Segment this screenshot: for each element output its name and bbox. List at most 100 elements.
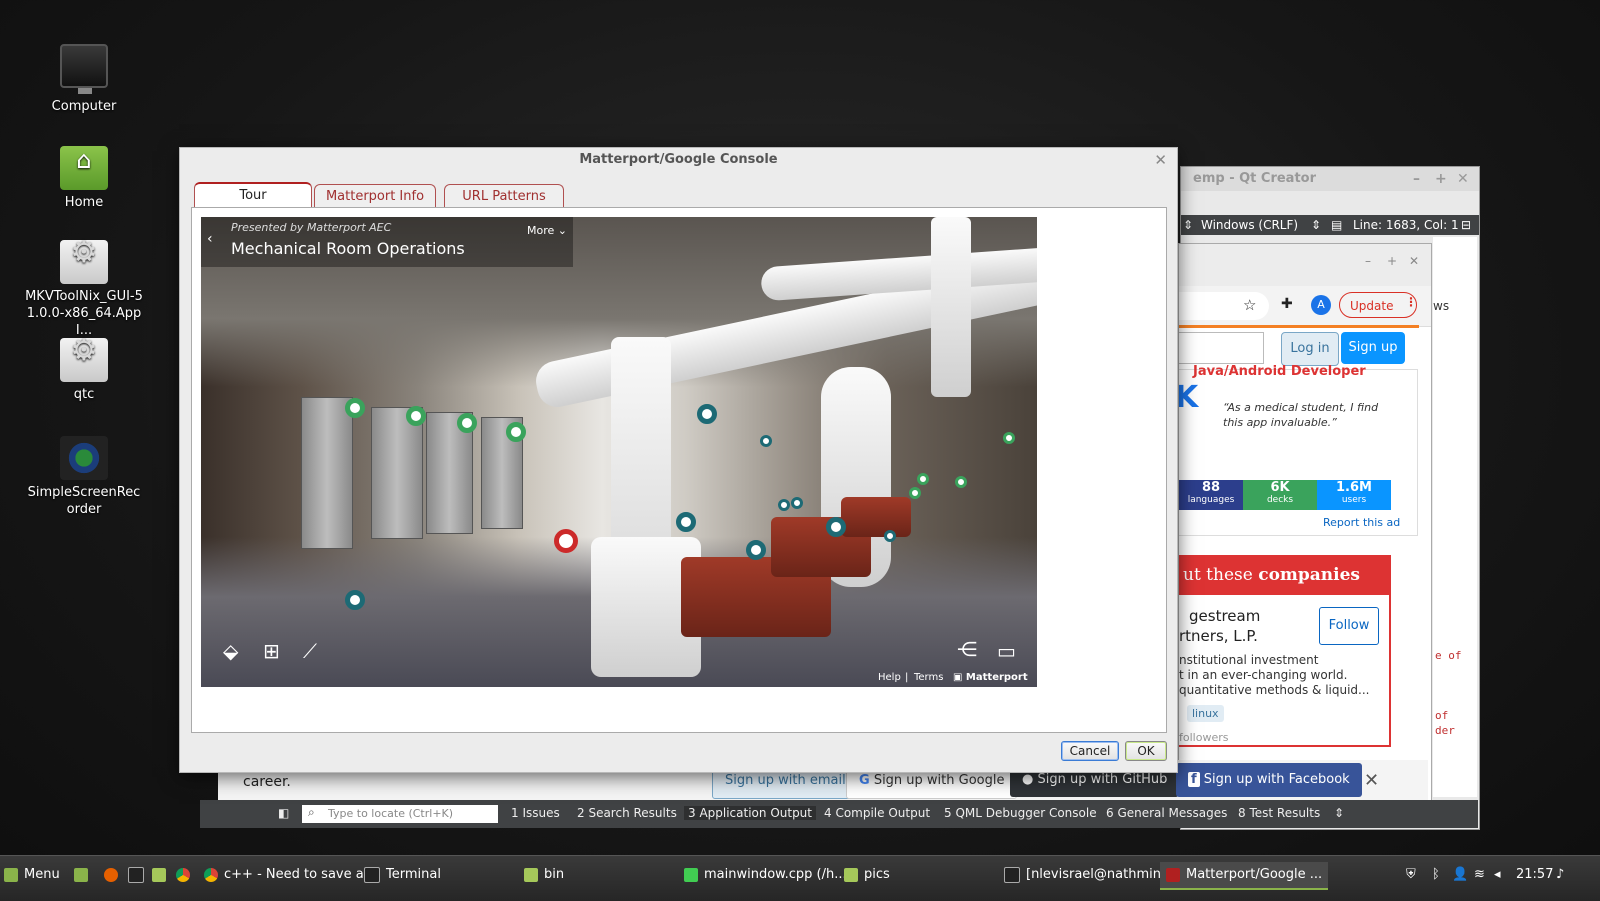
mattertag-marker[interactable] (884, 530, 896, 542)
signup-close-button[interactable]: ✕ (1364, 770, 1379, 791)
floorplan-icon[interactable]: ⊞ (263, 639, 280, 663)
desktop-icon-qtc[interactable]: qtc (24, 338, 144, 403)
taskbar-window-qtcreator[interactable]: mainwindow.cpp (/h... (684, 862, 847, 888)
close-icon[interactable]: ✕ (1457, 167, 1469, 191)
follow-button[interactable]: Follow (1319, 607, 1379, 645)
matterport-dialog[interactable]: Matterport/Google Console ✕ Tour Matterp… (179, 147, 1178, 773)
encoding-selector[interactable]: Windows (CRLF) (1201, 215, 1298, 235)
qt-output-tab-tests[interactable]: 8 Test Results (1238, 806, 1320, 820)
mattertag-marker[interactable] (826, 517, 846, 537)
taskbar-window-terminal-ssh[interactable]: [nlevisrael@nathmin... (1004, 862, 1173, 888)
tour-terms-link[interactable]: Terms (914, 672, 943, 683)
cursor-position[interactable]: Line: 1683, Col: 1 (1353, 215, 1459, 235)
volume-icon[interactable]: ◂ (1494, 862, 1501, 888)
chevron-updown-icon[interactable]: ⇕ (1311, 215, 1321, 235)
mattertag-marker[interactable] (506, 422, 526, 442)
split-icon[interactable]: ⊟ (1461, 215, 1471, 235)
close-icon[interactable]: ✕ (1409, 254, 1419, 268)
taskbar-window-chrome[interactable]: c++ - Need to save a... (204, 862, 376, 888)
mattertag-marker[interactable] (697, 404, 717, 424)
maximize-icon[interactable]: + (1387, 254, 1397, 268)
share-icon[interactable]: ⋲ (957, 637, 977, 661)
desktop-icon-home[interactable]: Home (24, 146, 144, 211)
firefox-launcher-icon[interactable] (104, 862, 124, 888)
show-desktop-icon[interactable] (74, 862, 94, 888)
measure-icon[interactable]: ⟋ (303, 639, 317, 663)
mattertag-marker[interactable] (955, 476, 967, 488)
mattertag-marker[interactable] (345, 398, 365, 418)
tab-matterport-info[interactable]: Matterport Info (314, 184, 436, 208)
files-launcher-icon[interactable] (152, 862, 172, 888)
close-icon[interactable]: ✕ (1154, 148, 1167, 172)
locator-input[interactable]: Type to locate (Ctrl+K) (302, 805, 498, 823)
minimize-icon[interactable]: – (1365, 254, 1371, 268)
signup-button[interactable]: Sign up (1341, 332, 1405, 364)
network-icon[interactable]: ≋ (1474, 862, 1485, 888)
user-icon[interactable]: 👤 (1452, 862, 1468, 888)
mattertag-marker[interactable] (791, 497, 803, 509)
tour-help-link[interactable]: Help (878, 672, 901, 683)
music-icon[interactable]: ♪ (1556, 862, 1564, 888)
mattertag-marker[interactable] (1003, 432, 1015, 444)
mattertag-marker[interactable] (406, 406, 426, 426)
browser-window[interactable]: – + ✕ ☆ ✚ A Update ⋮ Log in Sign up Java… (1178, 243, 1432, 805)
qt-creator-titlebar[interactable]: emp - Qt Creator – + ✕ (1181, 167, 1479, 191)
qt-output-tab-search[interactable]: 2 Search Results (577, 806, 677, 820)
desktop-icon-computer[interactable]: Computer (24, 44, 144, 115)
shield-icon[interactable]: ⛨ (1406, 862, 1416, 888)
search-field[interactable] (1179, 332, 1264, 364)
clock[interactable]: 21:57 (1516, 862, 1553, 888)
qt-output-tab-compile[interactable]: 4 Compile Output (824, 806, 930, 820)
chevron-updown-icon[interactable]: ⇕ (1334, 806, 1344, 820)
extensions-icon[interactable]: ✚ (1281, 296, 1293, 312)
report-ad-link[interactable]: Report this ad (1323, 516, 1400, 529)
company-name-line1[interactable]: gestream (1189, 607, 1260, 625)
cancel-button[interactable]: Cancel (1061, 741, 1119, 761)
mattertag-marker[interactable] (760, 435, 772, 447)
qt-output-tab-issues[interactable]: 1 Issues (511, 806, 560, 820)
qt-output-tab-general[interactable]: 6 General Messages (1106, 806, 1227, 820)
dollhouse-icon[interactable]: ⬙ (223, 639, 238, 663)
tab-url-patterns[interactable]: URL Patterns (444, 184, 564, 208)
kebab-menu-icon[interactable]: ⋮ (1405, 295, 1417, 309)
company-tag[interactable]: linux (1187, 705, 1224, 722)
qt-output-tab-qml[interactable]: 5 QML Debugger Console (944, 806, 1097, 820)
mattertag-marker[interactable] (676, 512, 696, 532)
back-chevron-icon[interactable]: ‹ (207, 231, 213, 247)
taskbar-window-matterport[interactable]: Matterport/Google ... (1160, 862, 1329, 890)
minimize-icon[interactable]: – (1413, 167, 1420, 191)
tab-tour[interactable]: Tour (194, 182, 312, 208)
taskbar-window-bin[interactable]: bin (524, 862, 564, 888)
bluetooth-icon[interactable]: ᛒ (1432, 862, 1440, 888)
mattertag-marker[interactable] (917, 473, 929, 485)
chevron-updown-icon[interactable]: ⇕ (1183, 215, 1193, 235)
toggle-sidebar-icon[interactable]: ◧ (278, 806, 289, 820)
mattertag-marker[interactable] (909, 487, 921, 499)
mattertag-marker[interactable] (778, 499, 790, 511)
mattertag-marker[interactable] (457, 413, 477, 433)
taskbar-window-pics[interactable]: pics (844, 862, 890, 888)
chrome-launcher-icon[interactable] (176, 862, 196, 888)
login-button[interactable]: Log in (1281, 332, 1339, 366)
mattertag-marker[interactable] (554, 529, 578, 553)
vr-icon[interactable]: ▭ (997, 639, 1016, 663)
signup-facebook-button[interactable]: f Sign up with Facebook (1176, 763, 1362, 797)
taskbar-window-terminal[interactable]: Terminal (364, 862, 441, 888)
ad-panel[interactable]: Java/Android Developer K “As a medical s… (1179, 364, 1418, 536)
maximize-icon[interactable]: + (1435, 167, 1447, 191)
desktop-icon-mkvtoolnix[interactable]: MKVToolNix_GUI-51.0.0-x86_64.AppI... (24, 240, 144, 339)
matterport-tour-viewer[interactable]: ‹ Presented by Matterport AEC Mechanical… (201, 217, 1037, 687)
browser-titlebar[interactable]: – + ✕ (1179, 244, 1431, 286)
start-menu-button[interactable]: Menu (4, 862, 60, 888)
company-name-line2[interactable]: rtners, L.P. (1179, 627, 1258, 645)
matterport-logo[interactable]: ▣ Matterport (953, 672, 1028, 683)
mattertag-marker[interactable] (746, 540, 766, 560)
ok-button[interactable]: OK (1125, 741, 1167, 761)
tour-more-button[interactable]: More ⌄ (527, 224, 567, 237)
qt-output-tab-app-output[interactable]: 3 Application Output (684, 806, 816, 820)
terminal-launcher-icon[interactable] (128, 862, 150, 888)
avatar[interactable]: A (1311, 295, 1331, 315)
dialog-titlebar[interactable]: Matterport/Google Console ✕ (180, 148, 1177, 172)
desktop-icon-simplescreenrecorder[interactable]: SimpleScreenRecorder (24, 436, 144, 518)
star-icon[interactable]: ☆ (1243, 296, 1256, 314)
